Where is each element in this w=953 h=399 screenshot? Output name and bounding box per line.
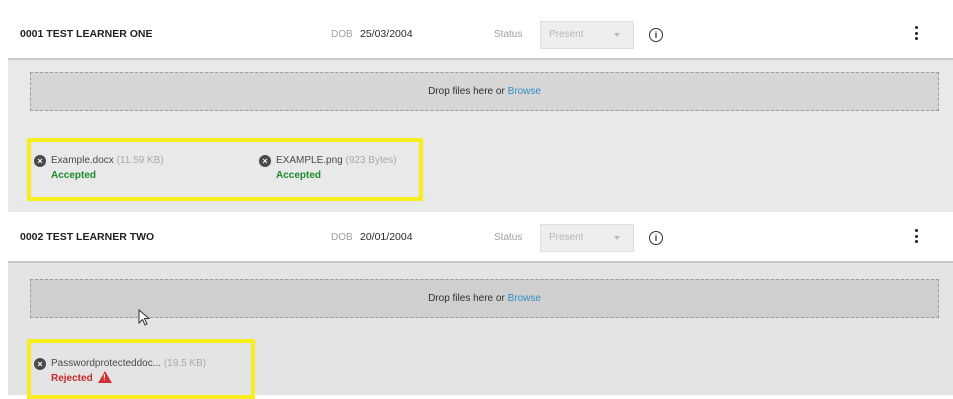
file-name: Passwordprotecteddoc... (19.5 KB): [51, 358, 206, 369]
status-value: Present: [549, 232, 584, 243]
file-status: Accepted: [51, 170, 97, 181]
file-size: (923 Bytes): [345, 155, 397, 166]
info-icon[interactable]: i: [649, 231, 663, 245]
learner-card: 0001 TEST LEARNER ONE DOB 25/03/2004 Sta…: [8, 12, 953, 212]
dob-label: DOB: [331, 29, 353, 40]
mouse-cursor-icon: [138, 309, 151, 326]
dropzone-prompt: Drop files here or: [428, 86, 505, 97]
remove-file-icon[interactable]: ×: [34, 358, 46, 370]
status-label: Status: [494, 29, 523, 40]
file-status: Rejected: [51, 373, 93, 384]
status-value: Present: [549, 29, 584, 40]
info-icon[interactable]: i: [649, 28, 663, 42]
dob-value: 25/03/2004: [360, 28, 413, 40]
browse-link[interactable]: Browse: [508, 86, 541, 97]
file-name-text: Passwordprotecteddoc...: [51, 358, 162, 369]
remove-file-icon[interactable]: ×: [34, 155, 46, 167]
browse-link[interactable]: Browse: [508, 293, 541, 304]
dob-label: DOB: [331, 232, 353, 243]
chevron-down-icon: [614, 33, 620, 37]
dropzone-prompt: Drop files here or: [428, 293, 505, 304]
dropzone-text: Drop files here or Browse: [31, 86, 938, 97]
learner-name: 0002 TEST LEARNER TWO: [20, 231, 155, 243]
file-name: Example.docx (11.59 KB): [51, 155, 164, 166]
file-size: (11.59 KB): [116, 155, 164, 166]
learner-header: 0002 TEST LEARNER TWO DOB 20/01/2004 Sta…: [8, 215, 953, 263]
learner-name: 0001 TEST LEARNER ONE: [20, 28, 153, 40]
highlight-box: [27, 339, 255, 399]
learner-header: 0001 TEST LEARNER ONE DOB 25/03/2004 Sta…: [8, 12, 953, 60]
dob-value: 20/01/2004: [360, 231, 413, 243]
status-label: Status: [494, 232, 523, 243]
status-select[interactable]: Present: [540, 224, 634, 252]
learner-card: 0002 TEST LEARNER TWO DOB 20/01/2004 Sta…: [8, 215, 953, 399]
top-strip: [0, 0, 953, 12]
remove-file-icon[interactable]: ×: [259, 155, 271, 167]
file-size: (19.5 KB): [163, 358, 207, 369]
file-name-text: EXAMPLE.png: [276, 155, 343, 166]
dropzone-text: Drop files here or Browse: [31, 293, 938, 304]
file-name: EXAMPLE.png (923 Bytes): [276, 155, 397, 166]
more-options-icon[interactable]: [915, 26, 919, 42]
warning-icon: [98, 371, 112, 383]
status-select[interactable]: Present: [540, 21, 634, 49]
file-dropzone[interactable]: Drop files here or Browse: [30, 279, 939, 318]
chevron-down-icon: [614, 236, 620, 240]
file-name-text: Example.docx: [51, 155, 114, 166]
more-options-icon[interactable]: [915, 229, 919, 245]
file-dropzone[interactable]: Drop files here or Browse: [30, 72, 939, 111]
file-status: Accepted: [276, 170, 322, 181]
